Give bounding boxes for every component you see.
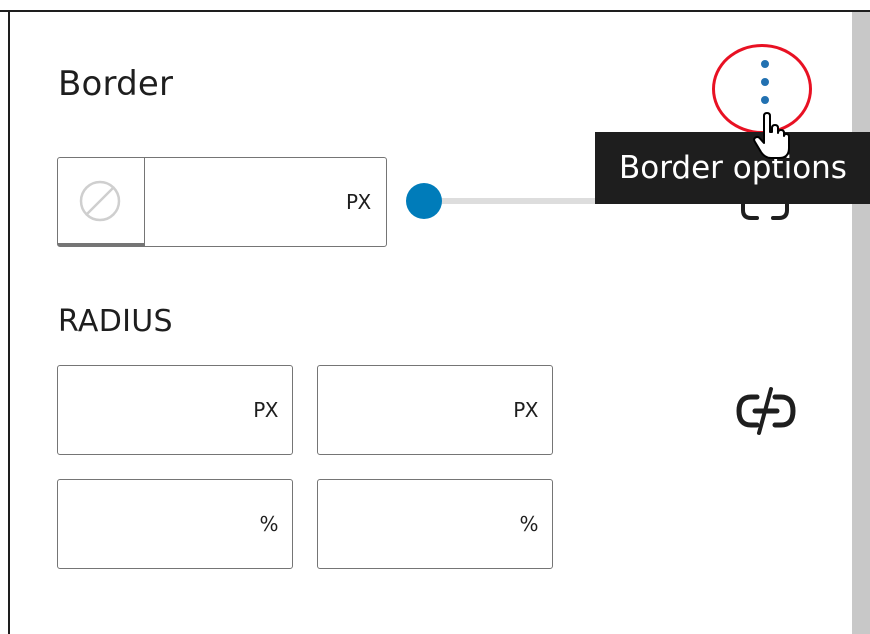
scrollbar[interactable] bbox=[852, 12, 870, 634]
hand-pointer-cursor-icon bbox=[753, 112, 790, 159]
border-options-button[interactable] bbox=[742, 56, 788, 116]
panel-title: Border bbox=[58, 64, 174, 104]
border-width-control: PX bbox=[57, 157, 387, 247]
radius-bottom-left-field[interactable]: % bbox=[57, 479, 293, 569]
options-dot bbox=[761, 78, 769, 86]
radius-unit[interactable]: % bbox=[519, 512, 538, 536]
no-color-icon bbox=[79, 180, 121, 222]
window-left-edge bbox=[8, 10, 10, 634]
options-dot bbox=[761, 96, 769, 104]
border-color-button[interactable] bbox=[58, 158, 145, 246]
radius-bottom-right-field[interactable]: % bbox=[317, 479, 553, 569]
radius-unit[interactable]: PX bbox=[253, 398, 278, 422]
options-dot bbox=[761, 60, 769, 68]
radius-top-right-field[interactable]: PX bbox=[317, 365, 553, 455]
radius-unit[interactable]: PX bbox=[513, 398, 538, 422]
radius-label: RADIUS bbox=[58, 304, 173, 339]
unlink-icon[interactable] bbox=[735, 385, 797, 437]
border-width-slider-thumb[interactable] bbox=[406, 183, 442, 219]
window-top-edge bbox=[0, 0, 870, 12]
border-width-unit[interactable]: PX bbox=[346, 190, 371, 214]
border-width-input[interactable] bbox=[150, 162, 334, 242]
radius-unit[interactable]: % bbox=[259, 512, 278, 536]
border-width-slider-track[interactable] bbox=[424, 198, 604, 204]
border-options-tooltip: Border options bbox=[595, 132, 870, 204]
radius-top-left-field[interactable]: PX bbox=[57, 365, 293, 455]
